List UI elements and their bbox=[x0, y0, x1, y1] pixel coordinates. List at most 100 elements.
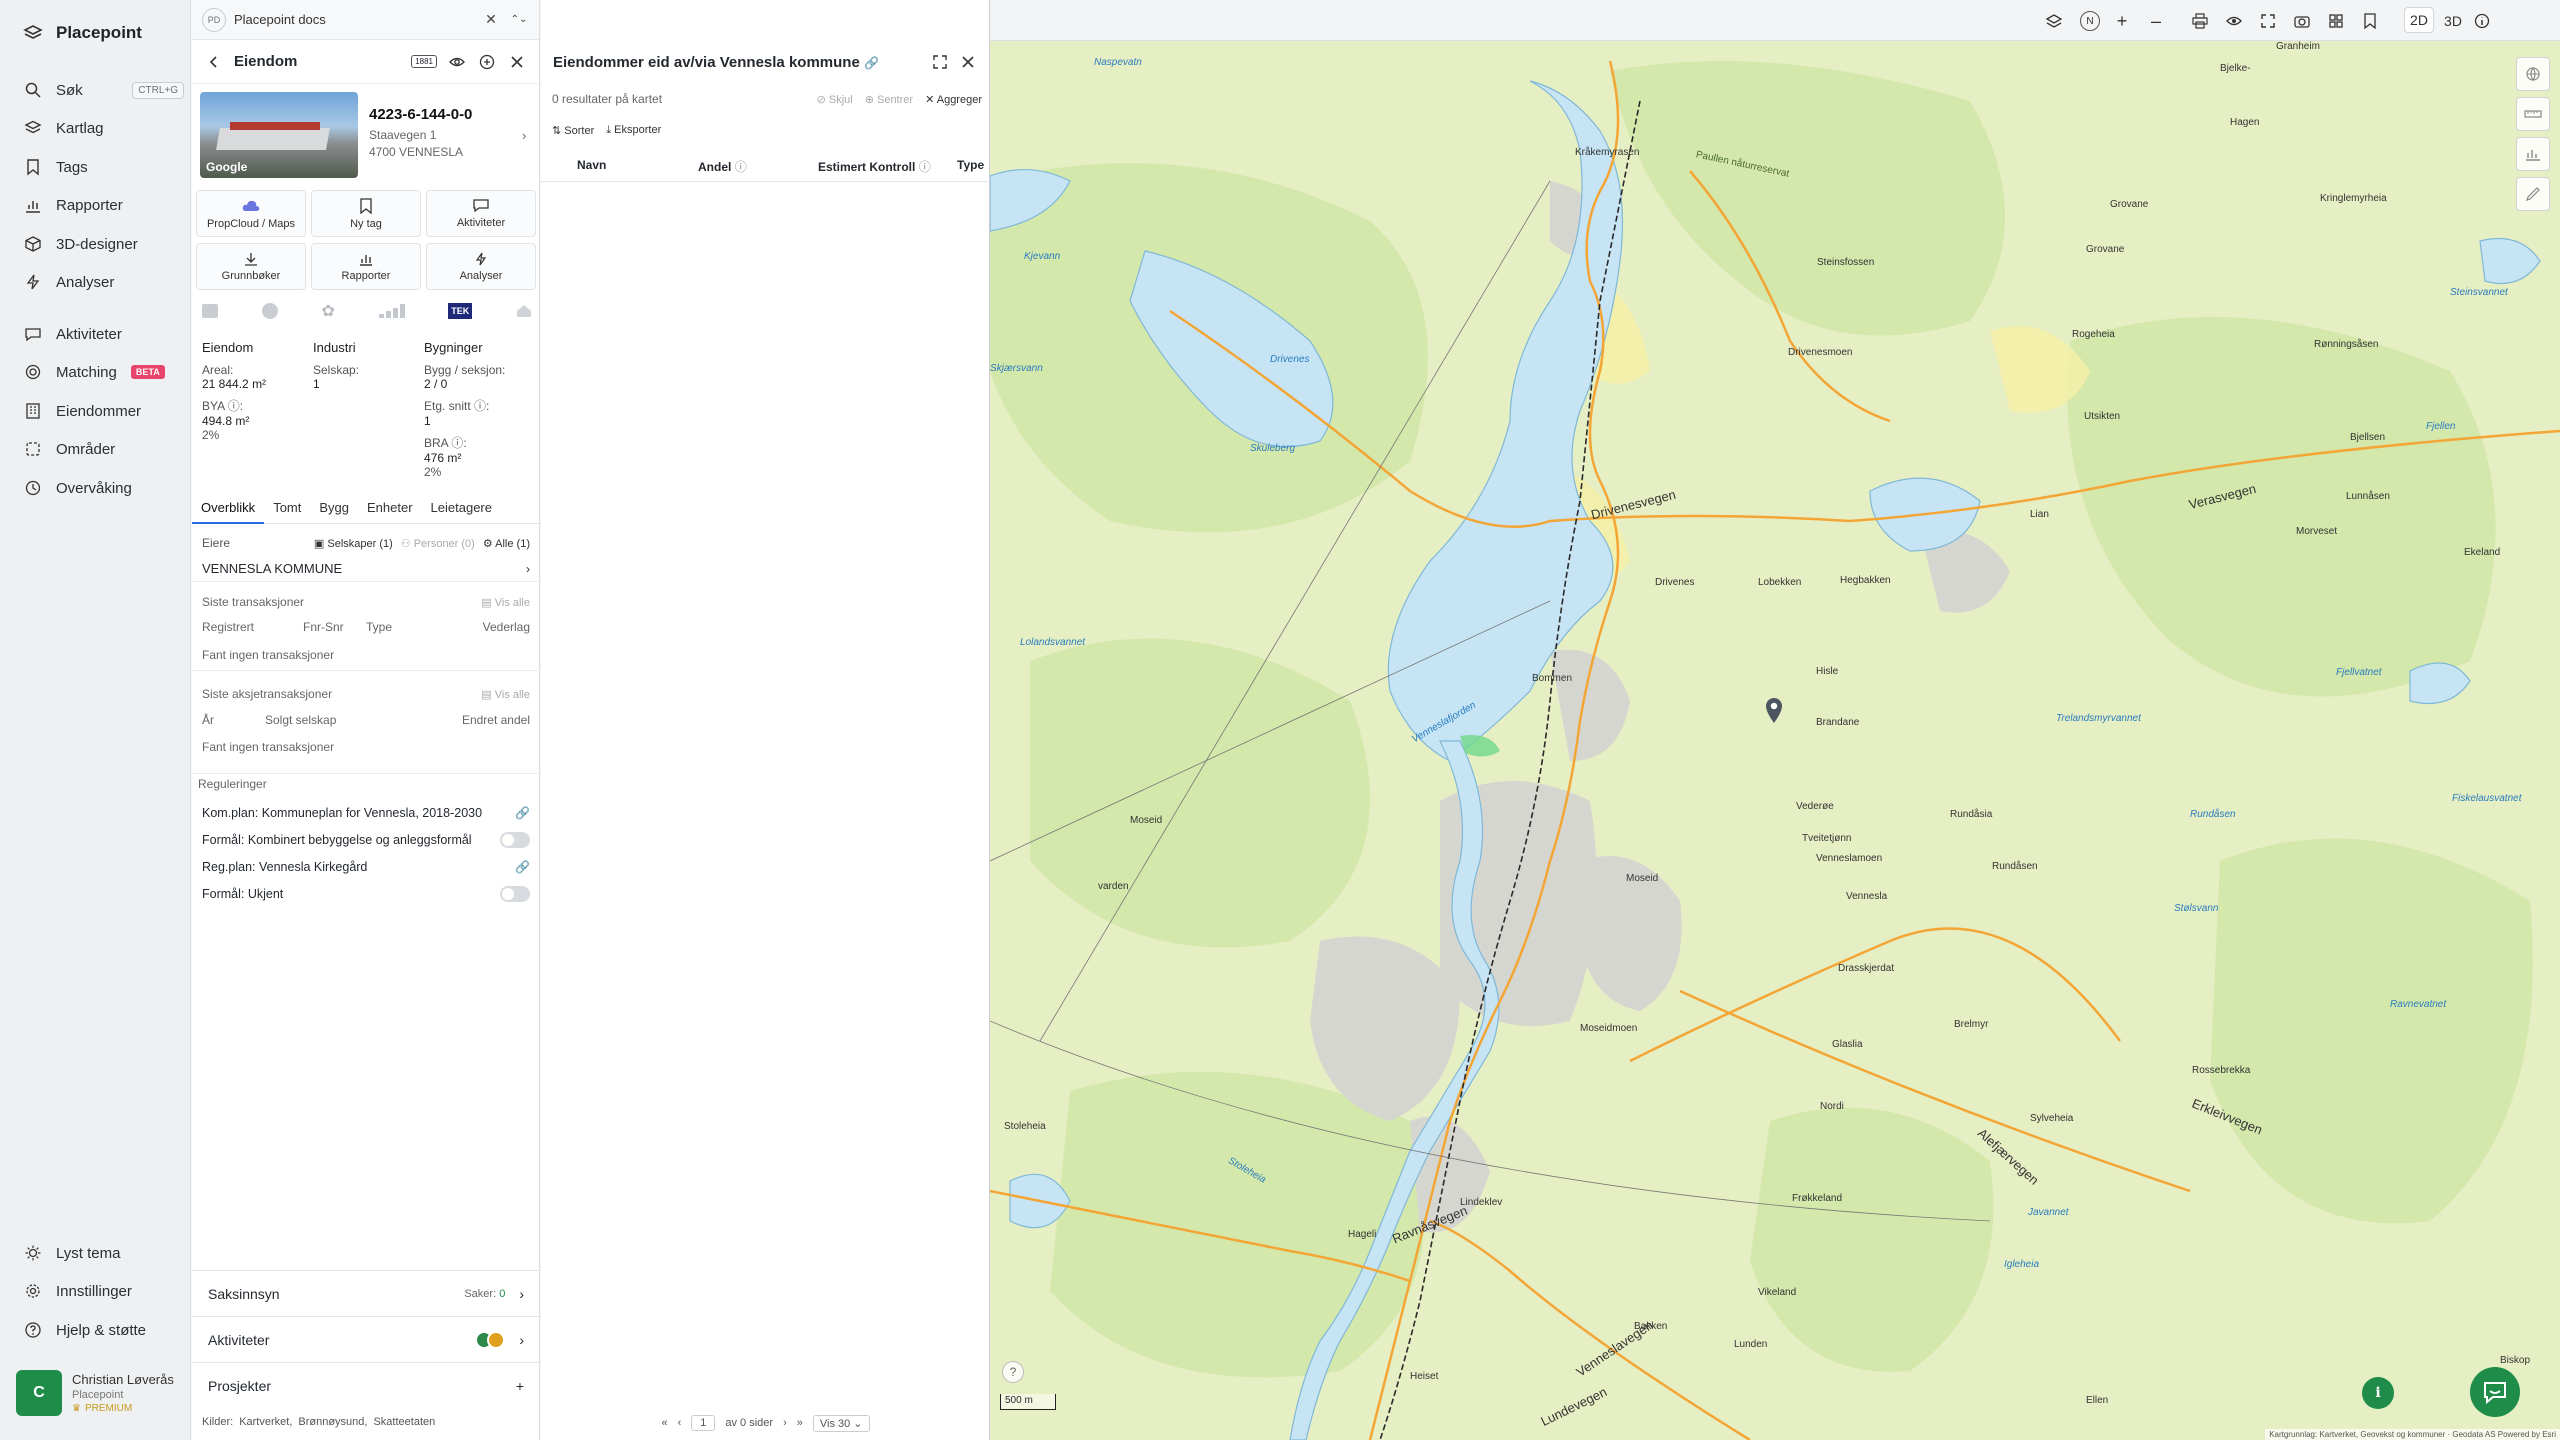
bars-icon[interactable] bbox=[378, 304, 405, 318]
fullscreen-icon[interactable] bbox=[2258, 11, 2278, 31]
1881-badge[interactable]: 1881 bbox=[411, 55, 437, 68]
tek-badge[interactable]: TEK bbox=[448, 303, 473, 319]
filter-all[interactable]: ⚙ Alle (1) bbox=[483, 537, 530, 550]
zoom-out-icon[interactable]: – bbox=[2146, 11, 2166, 31]
filter-persons[interactable]: ⚇ Personer (0) bbox=[401, 537, 475, 550]
map-tool-elevation-icon[interactable] bbox=[2516, 137, 2550, 171]
view-all-transactions[interactable]: ▤ Vis alle bbox=[481, 596, 530, 609]
per-page-select[interactable]: Vis 30 ⌄ bbox=[812, 1414, 870, 1432]
source-link[interactable]: Brønnøysund, bbox=[298, 1416, 367, 1432]
map-marker-pin[interactable] bbox=[1764, 696, 1784, 724]
user-profile[interactable]: C Christian Løverås Placepoint ♛ PREMIUM bbox=[16, 1370, 174, 1416]
doc-title[interactable]: Placepoint docs bbox=[234, 12, 473, 27]
close-icon[interactable] bbox=[958, 52, 978, 72]
tab-overblikk[interactable]: Overblikk bbox=[192, 498, 265, 524]
nav-item-3d-designer[interactable]: 3D-designer bbox=[24, 232, 184, 256]
column-header[interactable]: Estimert Kontroll ⓘ bbox=[818, 158, 931, 175]
nav-item-search[interactable]: Søk CTRL+G bbox=[24, 78, 184, 102]
last-page-icon[interactable]: » bbox=[797, 1417, 803, 1429]
filter-companies[interactable]: ▣ Selskaper (1) bbox=[314, 537, 393, 550]
eye-icon[interactable] bbox=[2224, 11, 2244, 31]
regulation-toggle[interactable] bbox=[500, 832, 530, 848]
nav-item-help[interactable]: Hjelp & støtte bbox=[24, 1318, 184, 1342]
sort-button[interactable]: ⇅ Sorter bbox=[552, 124, 594, 137]
page-input[interactable]: 1 bbox=[691, 1415, 716, 1431]
add-circle-icon[interactable] bbox=[477, 52, 497, 72]
new-tag-button[interactable]: Ny tag bbox=[311, 190, 421, 237]
zoom-in-icon[interactable]: + bbox=[2112, 11, 2132, 31]
map-tool-ruler-icon[interactable] bbox=[2516, 97, 2550, 131]
camera-icon[interactable] bbox=[2292, 11, 2312, 31]
mode-3d-button[interactable]: 3D bbox=[2438, 11, 2468, 31]
house-icon[interactable] bbox=[516, 304, 532, 318]
bookmark-icon[interactable] bbox=[2360, 11, 2380, 31]
regulation-item[interactable]: Reg.plan: Vennesla Kirkegård 🔗 bbox=[192, 858, 540, 876]
tab-leietagere[interactable]: Leietagere bbox=[422, 498, 501, 524]
nav-item-overvaking[interactable]: Overvåking bbox=[24, 476, 184, 500]
layers-stack-icon[interactable] bbox=[2044, 11, 2064, 31]
property-thumbnail[interactable]: Google bbox=[200, 92, 358, 178]
grid-icon[interactable] bbox=[2326, 11, 2346, 31]
nav-item-light-theme[interactable]: Lyst tema bbox=[24, 1241, 184, 1265]
aggregate-button[interactable]: ✕ Aggreger bbox=[925, 93, 982, 106]
first-page-icon[interactable]: « bbox=[661, 1417, 667, 1429]
nav-item-rapporter[interactable]: Rapporter bbox=[24, 193, 184, 217]
nav-item-analyser[interactable]: Analyser bbox=[24, 270, 184, 294]
analyses-button[interactable]: Analyser bbox=[426, 243, 536, 290]
section-prosjekter[interactable]: Prosjekter + bbox=[192, 1362, 540, 1408]
back-icon[interactable] bbox=[204, 52, 224, 72]
view-all-share-transactions[interactable]: ▤ Vis alle bbox=[481, 688, 530, 701]
regulation-toggle[interactable] bbox=[500, 886, 530, 902]
source-link[interactable]: Skatteetaten bbox=[373, 1416, 435, 1432]
tab-enheter[interactable]: Enheter bbox=[358, 498, 422, 524]
reports-button[interactable]: Rapporter bbox=[311, 243, 421, 290]
compass-north-icon[interactable]: N bbox=[2080, 11, 2100, 31]
chat-support-icon[interactable] bbox=[2470, 1367, 2520, 1417]
info-icon[interactable] bbox=[2472, 11, 2492, 31]
map-tool-globe-icon[interactable] bbox=[2516, 57, 2550, 91]
grunnboker-button[interactable]: Grunnbøker bbox=[196, 243, 306, 290]
print-icon[interactable] bbox=[2190, 11, 2210, 31]
regulation-item[interactable]: Kom.plan: Kommuneplan for Vennesla, 2018… bbox=[192, 804, 540, 822]
prev-page-icon[interactable]: ‹ bbox=[678, 1417, 682, 1429]
property-info[interactable]: 4223-6-144-0-0 Staavegen 1 4700 VENNESLA bbox=[369, 106, 529, 159]
globe-icon[interactable] bbox=[261, 303, 278, 319]
nav-item-aktiviteter[interactable]: Aktiviteter bbox=[24, 322, 184, 346]
section-saksinnsyn[interactable]: Saksinnsyn Saker: 0 › bbox=[192, 1270, 540, 1316]
close-icon[interactable] bbox=[507, 52, 527, 72]
close-icon[interactable]: ✕ bbox=[481, 10, 501, 30]
map-canvas[interactable]: Naspevatn Granheim Bjelke- Hagen Kråkemy… bbox=[990, 41, 2560, 1440]
mode-2d-button[interactable]: 2D bbox=[2404, 7, 2434, 33]
plus-icon[interactable]: + bbox=[516, 1378, 524, 1394]
section-aktiviteter[interactable]: Aktiviteter › bbox=[192, 1316, 540, 1362]
export-button[interactable]: ⤓ Eksporter bbox=[606, 124, 661, 137]
map-tool-draw-icon[interactable] bbox=[2516, 177, 2550, 211]
info-icon[interactable]: i bbox=[2362, 1377, 2394, 1409]
owner-item[interactable]: VENNESLA KOMMUNE › bbox=[192, 556, 540, 582]
link-icon[interactable]: 🔗 bbox=[515, 860, 530, 874]
activities-button[interactable]: Aktiviteter bbox=[426, 190, 536, 237]
nav-item-eiendommer[interactable]: Eiendommer bbox=[24, 399, 184, 423]
column-header[interactable]: Andel ⓘ bbox=[698, 158, 747, 175]
center-button[interactable]: ⊕ Sentrer bbox=[865, 93, 913, 106]
eye-icon[interactable] bbox=[447, 52, 467, 72]
column-header[interactable]: Type bbox=[957, 158, 984, 172]
tab-bygg[interactable]: Bygg bbox=[310, 498, 358, 524]
propcloud-button[interactable]: PropCloud / Maps bbox=[196, 190, 306, 237]
column-header[interactable]: Navn bbox=[577, 158, 606, 172]
chevron-right-icon[interactable]: › bbox=[522, 128, 526, 143]
link-icon[interactable]: 🔗 bbox=[515, 806, 530, 820]
fullscreen-icon[interactable] bbox=[930, 52, 950, 72]
document-icon[interactable] bbox=[202, 304, 218, 318]
next-page-icon[interactable]: › bbox=[783, 1417, 787, 1429]
nav-item-matching[interactable]: Matching BETA bbox=[24, 360, 184, 384]
nav-item-settings[interactable]: Innstillinger bbox=[24, 1279, 184, 1303]
source-link[interactable]: Kartverket, bbox=[239, 1416, 292, 1432]
help-icon[interactable]: ? bbox=[1002, 1361, 1024, 1383]
brand[interactable]: Placepoint bbox=[22, 22, 142, 44]
expand-collapse-icon[interactable]: ⌃⌄ bbox=[509, 10, 529, 30]
nav-item-kartlag[interactable]: Kartlag bbox=[24, 116, 184, 140]
hide-button[interactable]: ⊘ Skjul bbox=[817, 93, 853, 106]
nav-item-tags[interactable]: Tags bbox=[24, 155, 184, 179]
plant-icon[interactable]: ✿ bbox=[321, 301, 334, 321]
